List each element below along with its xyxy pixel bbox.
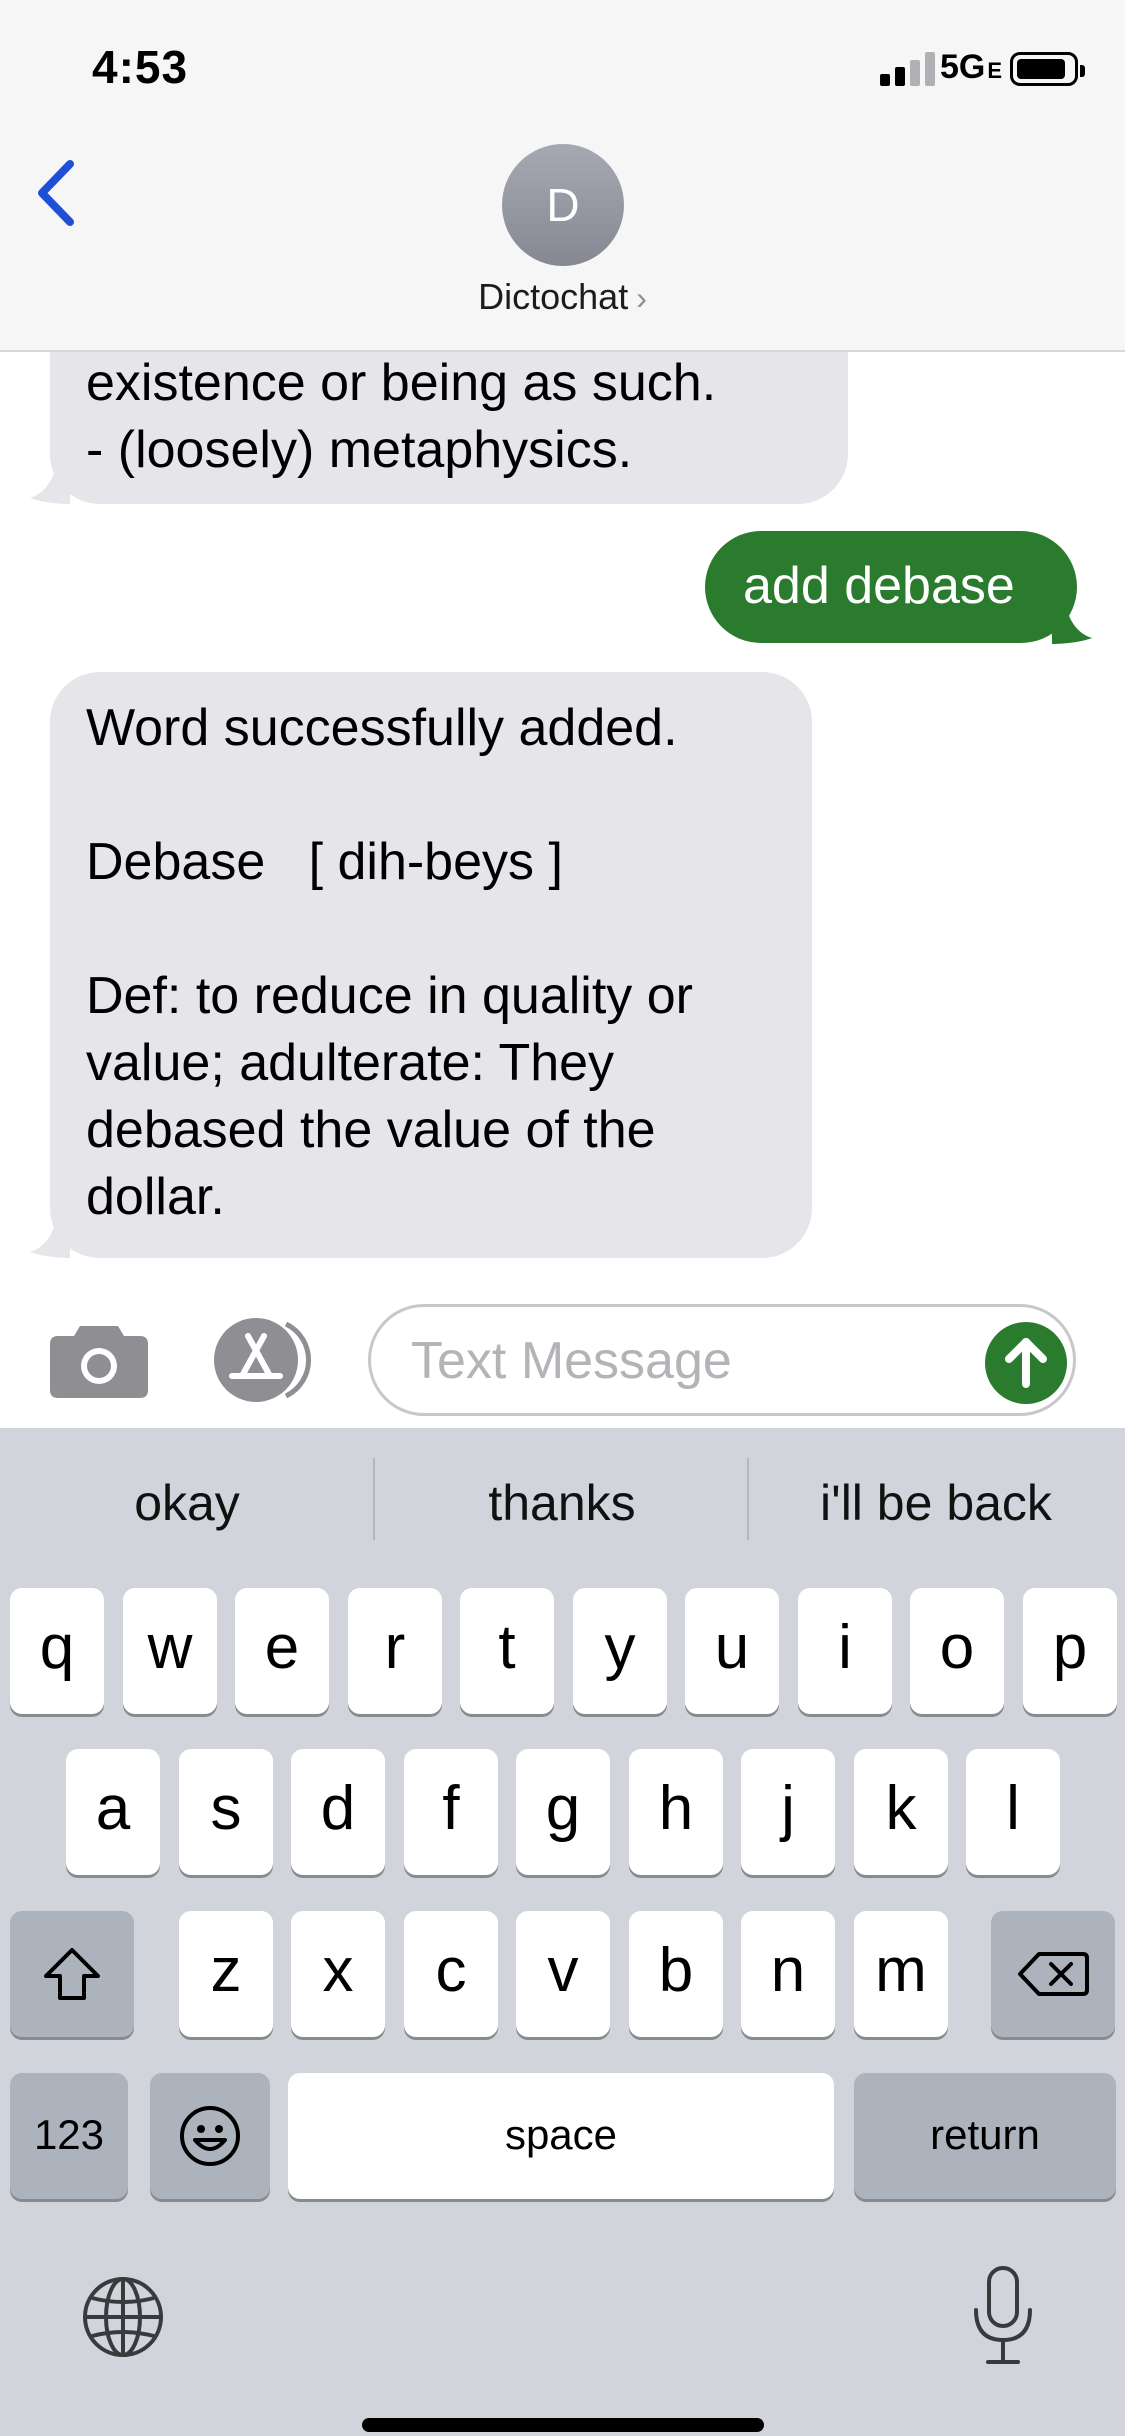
key-j[interactable]: j xyxy=(741,1749,835,1875)
delete-icon xyxy=(1018,1952,1089,1996)
delete-key[interactable] xyxy=(991,1911,1115,2037)
camera-icon xyxy=(50,1326,148,1398)
app-store-icon xyxy=(214,1318,311,1402)
key-n[interactable]: n xyxy=(741,1911,835,2037)
suggestion-item[interactable]: thanks xyxy=(375,1428,749,1578)
send-button[interactable] xyxy=(985,1322,1067,1404)
space-key[interactable]: space xyxy=(288,2073,834,2199)
received-message[interactable]: Word successfully added. Debase [ dih-be… xyxy=(50,672,812,1258)
key-d[interactable]: d xyxy=(291,1749,385,1875)
key-k[interactable]: k xyxy=(854,1749,948,1875)
emoji-key[interactable] xyxy=(150,2073,270,2199)
contact-name: Dictochat xyxy=(478,276,629,317)
key-x[interactable]: x xyxy=(291,1911,385,2037)
microphone-icon xyxy=(974,2266,1032,2364)
bubble-tail xyxy=(1052,604,1092,644)
key-f[interactable]: f xyxy=(404,1749,498,1875)
globe-icon xyxy=(83,2277,163,2357)
camera-button[interactable] xyxy=(50,1322,148,1398)
app-store-button[interactable] xyxy=(208,1318,318,1402)
battery-icon xyxy=(1010,52,1085,86)
contact-avatar[interactable]: D xyxy=(502,144,624,266)
text-message-input[interactable] xyxy=(411,1325,931,1397)
key-g[interactable]: g xyxy=(516,1749,610,1875)
globe-button[interactable] xyxy=(80,2274,166,2360)
back-chevron-icon xyxy=(38,160,74,226)
key-q[interactable]: q xyxy=(10,1588,104,1714)
key-v[interactable]: v xyxy=(516,1911,610,2037)
key-t[interactable]: t xyxy=(460,1588,554,1714)
key-u[interactable]: u xyxy=(685,1588,779,1714)
bubble-tail xyxy=(30,464,70,504)
dictation-button[interactable] xyxy=(968,2264,1038,2368)
signal-strength-icon xyxy=(880,52,936,86)
sent-message[interactable]: add debase xyxy=(705,531,1077,643)
key-l[interactable]: l xyxy=(966,1749,1060,1875)
shift-key[interactable] xyxy=(10,1911,134,2037)
bubble-tail xyxy=(30,1218,70,1258)
key-b[interactable]: b xyxy=(629,1911,723,2037)
key-o[interactable]: o xyxy=(910,1588,1004,1714)
back-button[interactable] xyxy=(32,158,82,228)
return-key[interactable]: return xyxy=(854,2073,1116,2199)
numbers-key[interactable]: 123 xyxy=(10,2073,128,2199)
conversation-header: 4:53 5GE D Dictochat › xyxy=(0,0,1125,352)
key-z[interactable]: z xyxy=(179,1911,273,2037)
suggestion-item[interactable]: okay xyxy=(0,1428,374,1578)
key-a[interactable]: a xyxy=(66,1749,160,1875)
suggestion-item[interactable]: i'll be back xyxy=(749,1428,1123,1578)
key-y[interactable]: y xyxy=(573,1588,667,1714)
text-message-field[interactable] xyxy=(368,1304,1076,1416)
network-type: 5GE xyxy=(940,48,1003,86)
key-m[interactable]: m xyxy=(854,1911,948,2037)
send-arrow-icon xyxy=(1005,1338,1047,1388)
key-e[interactable]: e xyxy=(235,1588,329,1714)
key-c[interactable]: c xyxy=(404,1911,498,2037)
home-indicator[interactable] xyxy=(362,2418,764,2432)
key-r[interactable]: r xyxy=(348,1588,442,1714)
contact-name-button[interactable]: Dictochat › xyxy=(0,276,1125,318)
key-h[interactable]: h xyxy=(629,1749,723,1875)
emoji-icon xyxy=(180,2106,240,2166)
keyboard: okay thanks i'll be back q w e r t y u i… xyxy=(0,1428,1125,2436)
key-w[interactable]: w xyxy=(123,1588,217,1714)
key-s[interactable]: s xyxy=(179,1749,273,1875)
key-p[interactable]: p xyxy=(1023,1588,1117,1714)
status-time: 4:53 xyxy=(92,41,189,93)
key-i[interactable]: i xyxy=(798,1588,892,1714)
chevron-right-icon: › xyxy=(636,280,647,316)
shift-icon xyxy=(44,1948,100,2000)
